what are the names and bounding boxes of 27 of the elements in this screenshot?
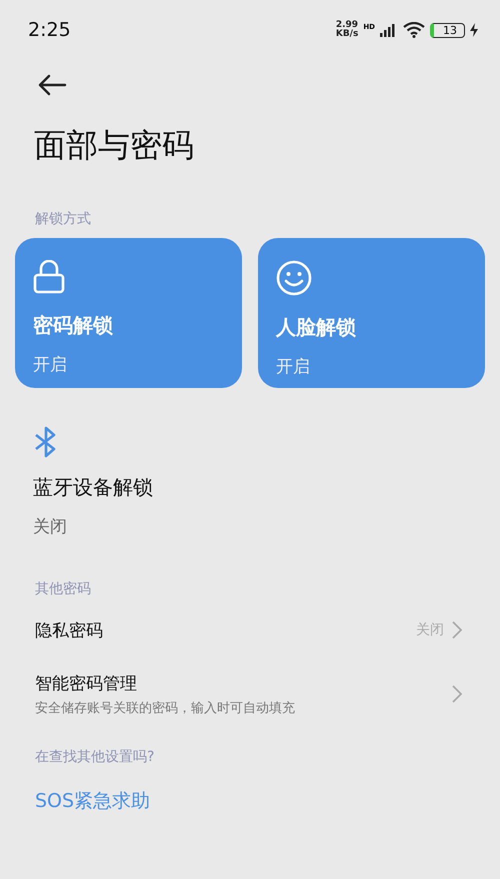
row-value: 关闭: [416, 621, 444, 639]
unlock-option[interactable]: 蓝牙设备解锁 关闭: [0, 388, 500, 538]
page-title: 面部与密码: [34, 125, 195, 166]
charging-icon: [470, 23, 478, 37]
wifi-icon: [403, 22, 425, 38]
back-arrow-icon[interactable]: [37, 74, 67, 96]
option-title: 蓝牙设备解锁: [33, 474, 154, 501]
section-header: 解锁方式: [35, 210, 92, 228]
section-header: 其他密码: [35, 580, 92, 598]
card-title: 密码解锁: [33, 312, 114, 339]
chevron-right-icon: [452, 621, 462, 639]
network-speed: 2.99 KB/s: [336, 21, 358, 39]
battery-indicator: 13: [430, 22, 465, 38]
card-status: 开启: [33, 354, 68, 376]
option-status: 关闭: [33, 516, 68, 538]
row-title: 智能密码管理: [35, 672, 138, 694]
row-subtitle: 安全储存账号关联的密码，输入时可自动填充: [35, 700, 296, 716]
settings-row[interactable]: 隐私密码 关闭: [0, 598, 500, 662]
lock-icon: [33, 260, 65, 294]
card-status: 开启: [276, 356, 311, 378]
row-title: 隐私密码: [35, 620, 104, 642]
chevron-right-icon: [452, 685, 462, 703]
card-title: 人脸解锁: [276, 314, 357, 341]
section-header: 在查找其他设置吗?: [35, 748, 156, 766]
status-time: 2:25: [28, 19, 71, 41]
smiley-face-icon: [276, 260, 312, 296]
settings-row[interactable]: 智能密码管理 安全储存账号关联的密码，输入时可自动填充: [0, 662, 500, 726]
